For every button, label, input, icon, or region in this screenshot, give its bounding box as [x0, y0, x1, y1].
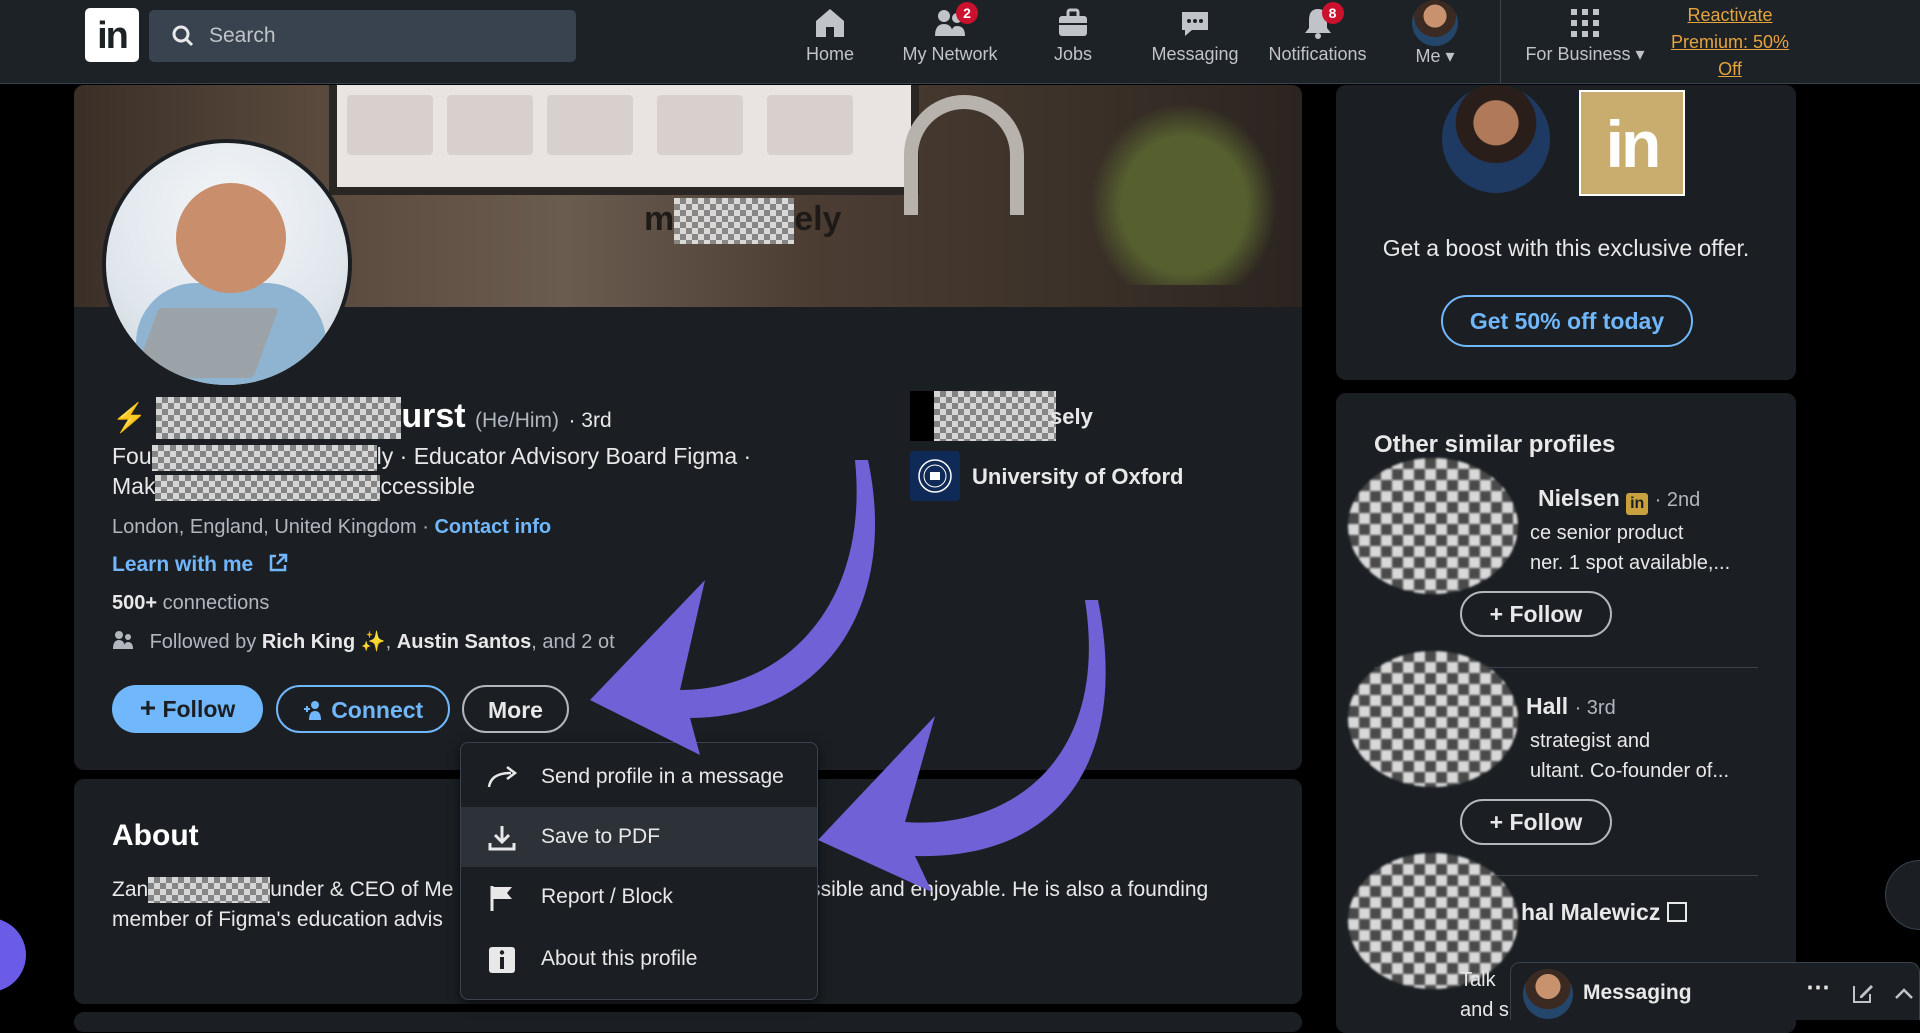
get-offer-button[interactable]: Get 50% off today: [1441, 295, 1693, 347]
search-box[interactable]: [149, 10, 576, 62]
learn-with-me-link[interactable]: Learn with me: [112, 552, 289, 577]
square-icon: [1666, 902, 1687, 922]
nav-notifications-label: Notifications: [1268, 44, 1367, 64]
nav-messaging-label: Messaging: [1151, 44, 1239, 64]
messaging-avatar: [1523, 969, 1573, 1019]
offer-avatar: [1442, 85, 1550, 193]
nav-messaging[interactable]: Messaging: [1145, 6, 1245, 66]
similar-desc-2: strategist and ultant. Co-founder of...: [1530, 730, 1730, 782]
next-card: [74, 1012, 1302, 1032]
messaging-label: Messaging: [1583, 981, 1692, 1004]
search-icon: [172, 25, 194, 47]
nav-notifications[interactable]: 8 Notifications: [1260, 2, 1375, 66]
similar-follow-button-1[interactable]: + Follow: [1460, 591, 1612, 637]
profile-name: ⚡ urst (He/Him) · 3rd: [112, 397, 612, 440]
company-logo: [910, 391, 1056, 441]
compose-icon[interactable]: [1851, 981, 1875, 1005]
nav-business-label: For Business: [1525, 44, 1631, 64]
contact-info-link[interactable]: Contact info: [434, 516, 551, 538]
location-row: London, England, United Kingdom · Contac…: [112, 516, 551, 539]
about-title: About: [112, 819, 199, 852]
briefcase-icon: [1059, 8, 1087, 36]
nav-me-label: Me: [1415, 46, 1441, 66]
nav-jobs-label: Jobs: [1053, 44, 1093, 64]
network-badge: 2: [956, 2, 978, 24]
premium-offer-card: in Get a boost with this exclusive offer…: [1336, 85, 1796, 380]
oxford-logo: [910, 451, 960, 501]
nav-network-label: My Network: [902, 44, 998, 64]
nav-jobs[interactable]: Jobs: [1033, 6, 1113, 66]
similar-avatar-2[interactable]: [1348, 651, 1518, 787]
menu-save-to-pdf[interactable]: Save to PDF: [461, 807, 817, 867]
linkedin-premium-icon: in: [1626, 493, 1649, 515]
caret-down-icon: ▾: [1445, 46, 1455, 66]
reactivate-premium-link[interactable]: Reactivate Premium: 50% Off: [1660, 2, 1800, 83]
profile-avatar[interactable]: [102, 139, 352, 389]
followed-by-row[interactable]: Followed by Rich King ✨, Austin Santos, …: [112, 629, 615, 654]
linkedin-logo[interactable]: in: [85, 8, 139, 62]
top-nav: in Home 2 My Network Jobs Messaging 8 No…: [0, 0, 1920, 84]
more-button[interactable]: More: [462, 685, 569, 733]
external-link-icon: [269, 553, 288, 572]
similar-name-1[interactable]: Nielsen in · 2nd: [1538, 485, 1700, 515]
redacted-name: [156, 397, 402, 440]
profile-headline: Fou ly · Educator Advisory Board Figma · …: [112, 443, 752, 501]
info-icon: [489, 947, 515, 973]
caret-down-icon: ▾: [1635, 44, 1645, 64]
location-text: London, England, United Kingdom ·: [112, 516, 429, 538]
linkedin-gold-logo: in: [1579, 90, 1685, 196]
premium-line-1: Reactivate: [1687, 5, 1773, 25]
notifications-badge: 8: [1321, 2, 1344, 24]
similar-avatar-1[interactable]: [1348, 458, 1518, 594]
nav-me[interactable]: Me ▾: [1405, 0, 1465, 66]
grid-icon: [1571, 9, 1599, 37]
similar-follow-button-2[interactable]: + Follow: [1460, 799, 1612, 845]
side-widget[interactable]: [1885, 860, 1920, 930]
similar-desc-1: ce senior product ner. 1 spot available,…: [1530, 522, 1731, 574]
people-small-icon: [113, 631, 133, 649]
premium-line-3: Off: [1718, 59, 1742, 79]
download-icon: [488, 826, 516, 851]
pronouns: (He/Him): [475, 409, 560, 432]
menu-send-profile[interactable]: Send profile in a message: [461, 747, 817, 807]
name-suffix: urst: [401, 397, 466, 435]
flag-icon: [490, 886, 512, 911]
nav-for-business[interactable]: For Business ▾: [1515, 6, 1655, 66]
search-input[interactable]: [209, 10, 559, 62]
nav-home[interactable]: Home: [790, 6, 870, 66]
nav-home-label: Home: [805, 44, 854, 64]
similar-profiles-title: Other similar profiles: [1374, 431, 1616, 458]
banner-monitor: [329, 85, 919, 195]
nav-my-network[interactable]: 2 My Network: [895, 2, 1005, 66]
banner-plant: [1074, 85, 1294, 285]
chevron-up-icon[interactable]: [1893, 983, 1915, 1005]
similar-name-2[interactable]: Hall · 3rd: [1526, 693, 1616, 720]
connections-count[interactable]: 500+ connections: [112, 592, 269, 615]
banner-brand-text: m ely: [644, 198, 842, 244]
ellipsis-icon[interactable]: ⋯: [1806, 973, 1830, 1002]
premium-line-2: Premium: 50%: [1670, 32, 1790, 52]
more-dropdown-menu: Send profile in a message Save to PDF Re…: [460, 742, 818, 1000]
lightning-icon: ⚡: [112, 402, 147, 433]
offer-text: Get a boost with this exclusive offer.: [1382, 235, 1750, 261]
follow-button[interactable]: + Follow: [112, 685, 263, 733]
floating-action-button[interactable]: [0, 918, 26, 992]
me-avatar: [1412, 0, 1458, 46]
share-arrow-icon: [487, 766, 518, 788]
similar-name-3[interactable]: hal Malewicz: [1521, 899, 1687, 926]
profile-card: m ely ⚡ urst (He/Him) · 3rd Fou ly · Educa…: [74, 85, 1302, 770]
home-icon: [816, 9, 844, 37]
menu-about-profile[interactable]: About this profile: [461, 929, 817, 989]
chat-icon: [1182, 12, 1208, 36]
connection-degree: · 3rd: [568, 409, 612, 432]
menu-report-block[interactable]: Report / Block: [461, 867, 817, 927]
add-person-icon: [303, 701, 321, 720]
nav-divider: [1500, 0, 1501, 84]
similar-profiles-card: Other similar profiles Nielsen in · 2nd …: [1336, 393, 1796, 1033]
messaging-bar[interactable]: Messaging ⋯: [1510, 962, 1920, 1020]
connect-button[interactable]: Connect: [276, 685, 450, 733]
banner-headphones: [904, 95, 1024, 215]
